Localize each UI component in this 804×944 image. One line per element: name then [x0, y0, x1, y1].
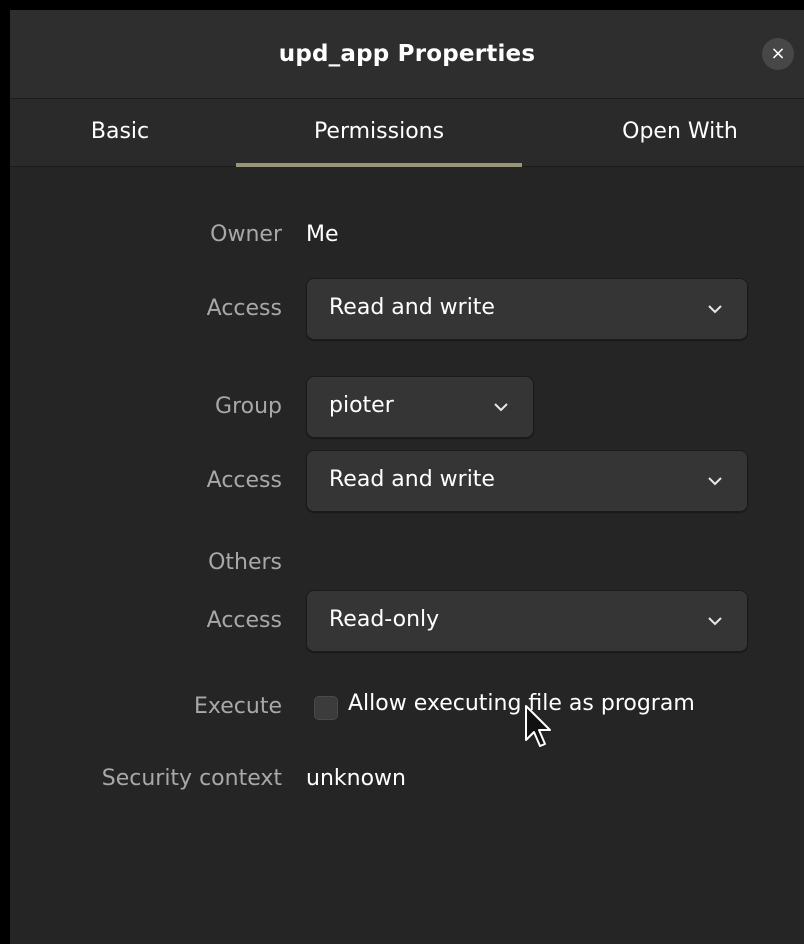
tab-permissions[interactable]: Permissions	[236, 99, 522, 166]
title-bar: upd_app Properties ×	[10, 10, 804, 99]
properties-dialog: upd_app Properties × Basic Permissions O…	[10, 10, 804, 944]
group-value: pioter	[329, 393, 394, 418]
owner-access-label: Access	[206, 296, 282, 321]
others-access-value: Read-only	[329, 607, 440, 632]
chevron-down-icon	[494, 403, 508, 412]
others-label: Others	[208, 550, 282, 575]
group-access-value: Read and write	[329, 467, 495, 492]
close-button[interactable]: ×	[762, 38, 794, 70]
chevron-down-icon	[708, 477, 722, 486]
chevron-down-icon	[708, 305, 722, 314]
window-title: upd_app Properties	[278, 41, 536, 67]
tab-bar: Basic Permissions Open With	[10, 99, 804, 167]
close-icon: ×	[770, 43, 786, 64]
others-access-label: Access	[206, 608, 282, 633]
chevron-down-icon	[708, 617, 722, 626]
active-tab-indicator	[236, 163, 522, 167]
group-dropdown[interactable]: pioter	[306, 376, 534, 438]
others-access-dropdown[interactable]: Read-only	[306, 590, 748, 652]
mouse-pointer-icon	[525, 705, 551, 747]
group-access-label: Access	[206, 468, 282, 493]
execute-checkbox[interactable]	[314, 696, 338, 720]
execute-label: Execute	[194, 694, 282, 719]
owner-access-dropdown[interactable]: Read and write	[306, 278, 748, 340]
tab-open-with[interactable]: Open With	[570, 99, 790, 166]
security-context-value: unknown	[306, 766, 406, 791]
security-context-label: Security context	[101, 766, 282, 791]
owner-label: Owner	[210, 222, 282, 247]
execute-checkbox-label[interactable]: Allow executing file as program	[348, 691, 695, 716]
tab-basic[interactable]: Basic	[50, 99, 190, 166]
group-access-dropdown[interactable]: Read and write	[306, 450, 748, 512]
group-label: Group	[215, 394, 282, 419]
owner-access-value: Read and write	[329, 295, 495, 320]
owner-value: Me	[306, 222, 339, 247]
